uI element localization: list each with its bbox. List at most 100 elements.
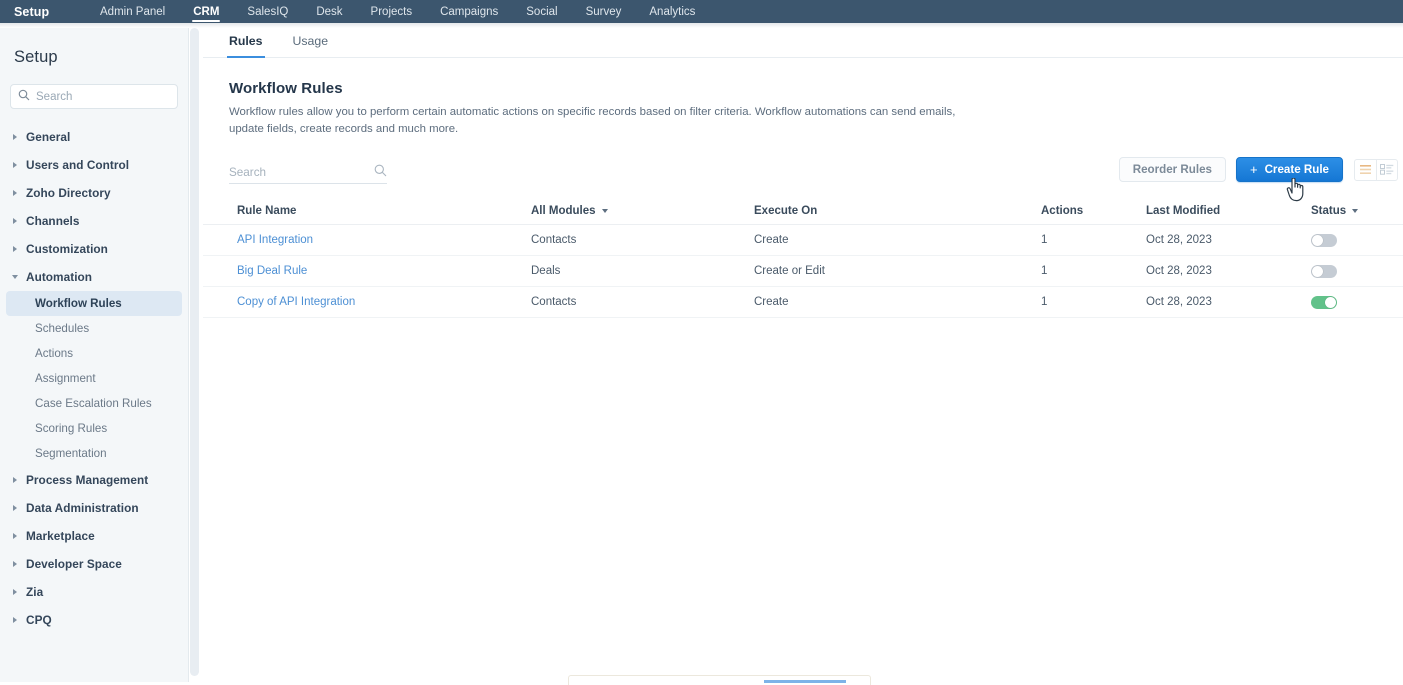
status-toggle[interactable] [1311, 234, 1337, 247]
page-description: Workflow rules allow you to perform cert… [229, 104, 974, 138]
app-brand-setup: Setup [0, 5, 86, 19]
table-body: API IntegrationContactsCreate1Oct 28, 20… [203, 225, 1403, 318]
sidebar-item-schedules[interactable]: Schedules [6, 316, 182, 341]
sidebar-group-zoho-directory[interactable]: Zoho Directory [0, 179, 188, 207]
view-mode-toggle [1354, 159, 1398, 181]
table-row[interactable]: Copy of API Integration ContactsCreate 1Oc… [203, 287, 1403, 318]
search-icon[interactable] [374, 164, 387, 182]
status-toggle-knob [1325, 297, 1336, 308]
top-nav-item-social[interactable]: Social [512, 0, 571, 23]
rule-name-link[interactable]: Copy of API Integration [211, 296, 531, 308]
sidebar-group-channels[interactable]: Channels [0, 207, 188, 235]
top-nav-item-projects[interactable]: Projects [357, 0, 427, 23]
rule-name-link-text[interactable]: Big Deal Rule [237, 265, 307, 277]
chevron-right-icon [10, 503, 20, 513]
table-row[interactable]: API IntegrationContactsCreate1Oct 28, 20… [203, 225, 1403, 256]
rule-execute-on-text: Create [754, 296, 789, 308]
sidebar-group-label: Zoho Directory [26, 186, 111, 200]
chevron-down-icon[interactable] [1352, 209, 1358, 213]
sidebar-group-developer-space[interactable]: Developer Space [0, 550, 188, 578]
sidebar-search[interactable] [10, 84, 178, 109]
rule-actions-count: 1 [1041, 296, 1146, 308]
top-nav-item-admin-panel[interactable]: Admin Panel [86, 0, 179, 23]
sidebar-item-case-escalation-rules[interactable]: Case Escalation Rules [6, 391, 182, 416]
sidebar-group-zia[interactable]: Zia [0, 578, 188, 606]
sidebar-item-label: Workflow Rules [35, 297, 122, 310]
sidebar-item-segmentation[interactable]: Segmentation [6, 441, 182, 466]
rule-name-link-text[interactable]: API Integration [237, 234, 313, 246]
main-content: RulesUsage Workflow Rules Workflow rules… [203, 28, 1403, 682]
sidebar-group-customization[interactable]: Customization [0, 235, 188, 263]
sidebar-scrollbar[interactable] [189, 28, 200, 682]
rule-module: Contacts [531, 296, 754, 308]
tab-usage[interactable]: Usage [293, 28, 329, 57]
rule-status-cell [1311, 296, 1401, 309]
sidebar-group-general[interactable]: General [0, 123, 188, 151]
rule-name-link-text[interactable]: Copy of API Integration [237, 296, 355, 308]
search-icon [18, 88, 30, 106]
rule-last-modified-text: Oct 28, 2023 [1146, 296, 1212, 308]
sidebar-group-automation[interactable]: Automation [0, 263, 188, 291]
top-nav-item-desk[interactable]: Desk [302, 0, 356, 23]
chevron-right-icon [10, 188, 20, 198]
sidebar-group-label: Zia [26, 585, 43, 599]
rule-last-modified-text: Oct 28, 2023 [1146, 234, 1212, 246]
workflow-rules-table: Rule NameAll ModulesExecute OnActionsLas… [203, 197, 1403, 318]
sidebar-item-actions[interactable]: Actions [6, 341, 182, 366]
status-toggle[interactable] [1311, 265, 1337, 278]
reorder-rules-button[interactable]: Reorder Rules [1119, 157, 1226, 182]
sidebar-group-marketplace[interactable]: Marketplace [0, 522, 188, 550]
sidebar-group-process-management[interactable]: Process Management [0, 466, 188, 494]
rule-last-modified: Oct 28, 2023 [1146, 265, 1311, 277]
column-header-execute-on: Execute On [754, 205, 1041, 217]
content-tabs: Rules Usage [203, 28, 1403, 58]
top-nav-item-campaigns[interactable]: Campaigns [426, 0, 512, 23]
sidebar-group-cpq[interactable]: CPQ [0, 606, 188, 634]
column-header-label: Status [1311, 205, 1346, 217]
sidebar-item-label: Segmentation [35, 447, 107, 460]
toolbar-actions: Reorder Rules + Create Rule [1119, 157, 1398, 182]
sidebar-item-scoring-rules[interactable]: Scoring Rules [6, 416, 182, 441]
top-nav-item-crm[interactable]: CRM [179, 0, 233, 23]
sidebar-group-label: Marketplace [26, 529, 95, 543]
rule-execute-on-text: Create or Edit [754, 265, 825, 277]
status-toggle[interactable] [1311, 296, 1337, 309]
sidebar-item-workflow-rules[interactable]: Workflow Rules [6, 291, 182, 316]
sidebar-group-label: Process Management [26, 473, 148, 487]
sidebar-item-label: Case Escalation Rules [35, 397, 152, 410]
rule-actions-count-text: 1 [1041, 265, 1047, 277]
table-row[interactable]: Big Deal RuleDealsCreate or Edit1Oct 28,… [203, 256, 1403, 287]
top-nav-item-survey[interactable]: Survey [572, 0, 636, 23]
card-view-icon[interactable] [1376, 160, 1397, 180]
rule-execute-on: Create or Edit [754, 265, 1041, 277]
sidebar-scrollbar-thumb[interactable] [190, 28, 199, 676]
top-nav-item-salesiq[interactable]: SalesIQ [233, 0, 302, 23]
rule-name-link[interactable]: API Integration [211, 234, 531, 246]
rule-execute-on-text: Create [754, 234, 789, 246]
sidebar-group-label: CPQ [26, 613, 52, 627]
chevron-down-icon [10, 272, 20, 282]
sidebar-group-data-administration[interactable]: Data Administration [0, 494, 188, 522]
chevron-down-icon[interactable] [602, 209, 608, 213]
column-header-label: Last Modified [1146, 205, 1220, 217]
sidebar-item-assignment[interactable]: Assignment [6, 366, 182, 391]
status-toggle-knob [1312, 235, 1323, 246]
chevron-right-icon [10, 587, 20, 597]
column-header-status[interactable]: Status [1311, 205, 1401, 217]
rule-execute-on: Create [754, 234, 1041, 246]
rule-module: Contacts [531, 234, 754, 246]
rules-search[interactable] [229, 162, 387, 184]
list-toolbar: Reorder Rules + Create Rule [203, 157, 1403, 197]
create-rule-button[interactable]: + Create Rule [1236, 157, 1343, 182]
sidebar-item-label: Scoring Rules [35, 422, 107, 435]
rule-name-link[interactable]: Big Deal Rule [211, 265, 531, 277]
column-header-all-modules[interactable]: All Modules [531, 205, 754, 217]
sidebar-search-input[interactable] [36, 91, 166, 103]
tab-rules[interactable]: Rules [229, 28, 263, 57]
rules-search-input[interactable] [229, 166, 349, 179]
sidebar-group-users-and-control[interactable]: Users and Control [0, 151, 188, 179]
list-view-icon[interactable] [1355, 160, 1376, 180]
setup-sidebar: Setup GeneralUsers and ControlZoho Direc… [0, 28, 189, 682]
top-nav-item-analytics[interactable]: Analytics [635, 0, 709, 23]
rule-last-modified: Oct 28, 2023 [1146, 296, 1311, 308]
